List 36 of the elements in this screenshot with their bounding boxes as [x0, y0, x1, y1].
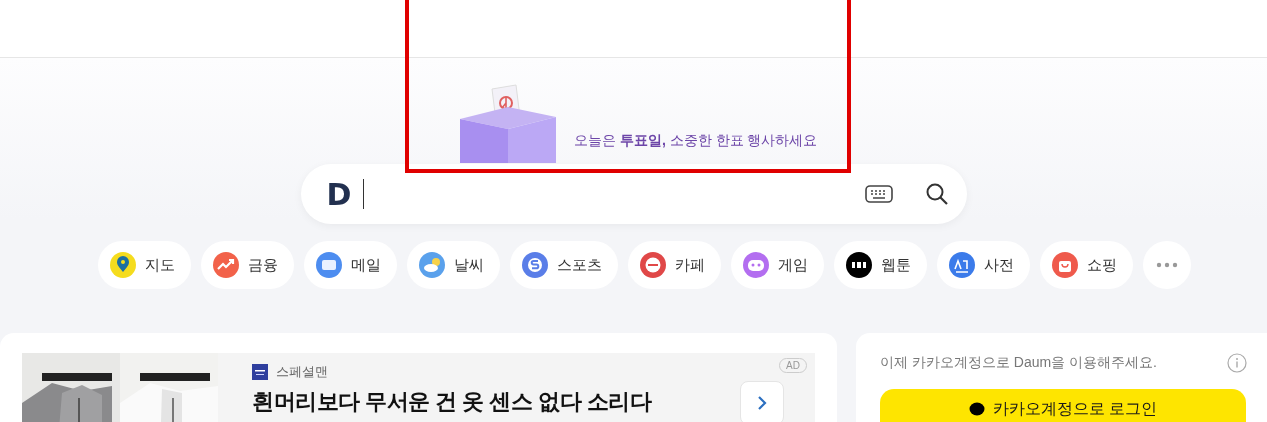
webtoon-icon — [846, 252, 872, 278]
banner-message[interactable]: 오늘은 투표일, 소중한 한표 행사하세요 — [574, 132, 818, 150]
shortcut-link[interactable]: 메일 — [304, 241, 397, 289]
chevron-right-icon — [757, 395, 767, 411]
logo[interactable]: D — [326, 176, 352, 212]
kakao-login-button[interactable]: 카카오계정으로 로그인 — [880, 389, 1246, 422]
shortcut-link[interactable]: 카페 — [628, 241, 721, 289]
more-button[interactable] — [1143, 241, 1191, 289]
cloud-sun-icon — [419, 252, 445, 278]
more-icon — [1156, 262, 1178, 268]
shortcut-link[interactable]: 지도 — [98, 241, 191, 289]
sports-icon — [522, 252, 548, 278]
next-button[interactable] — [740, 381, 784, 422]
gamepad-icon — [743, 252, 769, 278]
ad-banner[interactable]: 스페셜맨 흰머리보다 무서운 건 옷 센스 없다 소리다 AD — [22, 353, 815, 422]
info-icon[interactable] — [1227, 353, 1247, 373]
shortcut-link[interactable]: 스포츠 — [510, 241, 618, 289]
envelope-icon — [316, 252, 342, 278]
shopping-bag-icon — [1052, 252, 1078, 278]
brand-logo-icon — [252, 364, 268, 380]
search-icon[interactable] — [924, 182, 949, 206]
shortcut-link[interactable]: 쇼핑 — [1040, 241, 1133, 289]
advertiser-name: 스페셜맨 — [276, 363, 328, 381]
map-pin-icon — [110, 252, 136, 278]
speech-bubble-icon — [968, 401, 985, 417]
cafe-icon — [640, 252, 666, 278]
trend-chart-icon — [213, 252, 239, 278]
login-notice: 이제 카카오계정으로 Daum을 이용해주세요. — [880, 354, 1157, 372]
shortcut-link[interactable]: 사전 — [937, 241, 1030, 289]
shortcut-link[interactable]: 날씨 — [407, 241, 500, 289]
shortcut-link[interactable]: 게임 — [731, 241, 824, 289]
shortcut-link[interactable]: 웹툰 — [834, 241, 927, 289]
dictionary-icon — [949, 252, 975, 278]
shortcut-link[interactable]: 금융 — [201, 241, 294, 289]
ad-headline[interactable]: 흰머리보다 무서운 건 옷 센스 없다 소리다 — [252, 387, 652, 417]
keyboard-icon[interactable] — [864, 185, 893, 203]
